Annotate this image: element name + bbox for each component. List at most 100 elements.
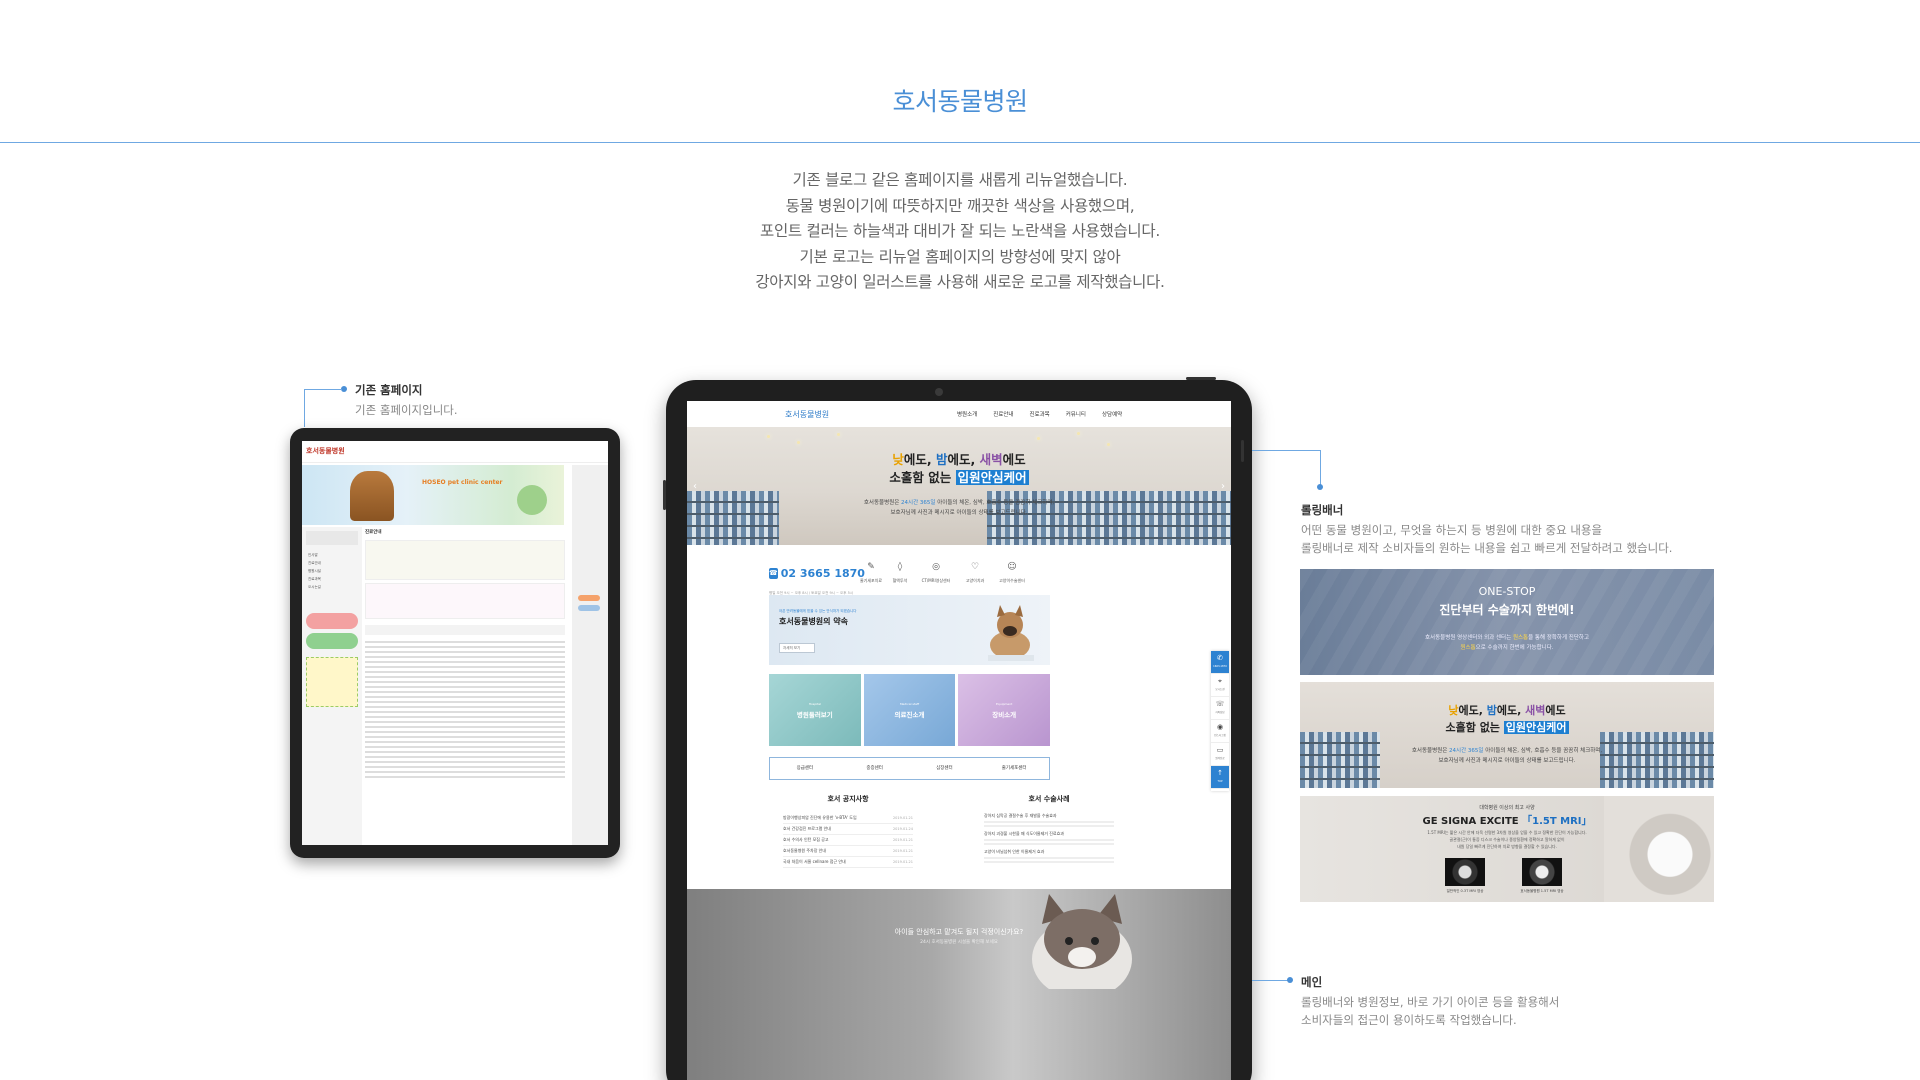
floating-item[interactable]: ☏ 카톡상담: [1211, 697, 1229, 720]
text-line: [365, 666, 565, 668]
phone-icon: ☎: [769, 567, 778, 579]
hero-line-2: 소홀함 없는 입원안심케어: [687, 469, 1231, 487]
promise-small: 아픈 반려동물에게 믿을 수 있는 안식처가 되겠습니다: [779, 609, 857, 613]
banner-care[interactable]: 낮에도, 밤에도, 새벽에도 소홀함 없는 입원안심케어 호서동물병원은 24시…: [1300, 682, 1714, 788]
intro-line: 강아지와 고양이 일러스트를 사용해 새로운 로고를 제작했습니다.: [755, 273, 1165, 291]
sidebar-item[interactable]: 오시는길: [308, 583, 356, 591]
surgery-cases: 호서 수술사례 강아지 심막공 결절수술 후 재발을 수술효과 강아지 괴경불 …: [984, 794, 1114, 867]
top-icon: ↑: [1217, 769, 1223, 777]
banner-mri[interactable]: 대학병원 이상의 최고 사양 GE SIGNA EXCITE 「1.5T MRI…: [1300, 796, 1714, 902]
care-word: 에도,: [1458, 704, 1487, 717]
old-right-column: [572, 465, 608, 845]
menu-item[interactable]: 상담예약: [1102, 410, 1122, 418]
care-sub-text: 아이들의 체온, 심박, 호흡수 등을 꼼꼼히 체크하며,: [1483, 748, 1603, 754]
menu-item[interactable]: 병원소개: [957, 410, 977, 418]
old-logo: 호서동물병원: [306, 447, 345, 455]
intro-line: 동물 병원이기에 따뜻하지만 깨끗한 색상을 사용했으며,: [785, 196, 1135, 215]
callout-dot: [1317, 484, 1323, 490]
center-tab[interactable]: 중증센터: [840, 758, 910, 779]
floating-item[interactable]: ↑ TOP: [1211, 766, 1229, 789]
floating-label: 카톡상담: [1215, 711, 1225, 714]
prev-arrow-icon[interactable]: ‹: [693, 481, 697, 492]
list-item[interactable]: 방광이행상피암 진단에 유용한 'v-BTA' 도입 2019.01.21: [783, 813, 913, 824]
list-item[interactable]: 호서 건강검진 프로그램 안내 2019.01.24: [783, 824, 913, 835]
case-excerpt: [984, 821, 1114, 823]
floating-item[interactable]: ✆ 1663-1870: [1211, 651, 1229, 674]
cases-title: 호서 수술사례: [1028, 795, 1070, 803]
text-line: [365, 646, 565, 648]
center-tab[interactable]: 응급센터: [770, 758, 840, 779]
main-menu: 병원소개 진료안내 진료과목 커뮤니티 상담예약: [957, 410, 1122, 418]
floating-item[interactable]: ◉ 인스타그램: [1211, 720, 1229, 743]
floating-item[interactable]: ▭ 원격진료: [1211, 743, 1229, 766]
floating-quick-bar: ✆ 1663-1870 ⌖ 오시는길 ☏ 카톡상담 ◉ 인스타그램 ▭ 원격진료 ↑ TOP: [1211, 651, 1229, 791]
menu-item[interactable]: 진료안내: [993, 410, 1013, 418]
main-homepage-tablet: 호서동물병원 병원소개 진료안내 진료과목 커뮤니티 상담예약 낮에도, 밤에도…: [663, 377, 1252, 1080]
one-stop-desc: 원스톱으로 수술까지 한번에 가능합니다.: [1300, 643, 1714, 651]
quick-label: 혈액투석: [892, 578, 908, 583]
next-arrow-icon[interactable]: ›: [1221, 481, 1225, 492]
card-hospital-tour[interactable]: Hospital 병원둘러보기: [769, 674, 861, 746]
side-banner[interactable]: [578, 605, 600, 611]
card-medical-staff[interactable]: Medical staff 의료진소개: [863, 674, 956, 746]
floating-item[interactable]: ⌖ 오시는길: [1211, 674, 1229, 697]
green-button[interactable]: [306, 633, 358, 649]
text-line: [365, 721, 565, 723]
sidebar-item[interactable]: 병원시설: [308, 567, 356, 575]
intro-text: 기존 블로그 같은 홈페이지를 새롭게 리뉴얼했습니다. 동물 병원이기에 따뜻…: [560, 168, 1360, 296]
sidebar-item[interactable]: 진료안내: [308, 559, 356, 567]
one-stop-text: 으로 수술까지 한번에 가능합니다.: [1475, 645, 1554, 651]
mri-desc: 1.5T MRI는 짧은 시간 안에 더욱 선명한 3차원 영상을 얻을 수 있…: [1427, 830, 1587, 835]
sidebar-item[interactable]: 진료과목: [308, 575, 356, 583]
care-word: 밤: [1486, 704, 1497, 717]
notice-text: 국내 처음이 서울 cellnare 접근 안내: [783, 859, 846, 864]
card-label: 장비소개: [992, 711, 1017, 719]
promise-more-button[interactable]: 자세히 보기: [779, 643, 815, 653]
one-stop-highlight: 원스톱: [1460, 645, 1476, 651]
cat-banner-sub: 24시 호서동물병원 시설을 확인해 보세요: [920, 940, 998, 945]
care-word: 에도: [1545, 704, 1566, 717]
side-banner[interactable]: [578, 595, 600, 601]
cat-icon: ☺: [1007, 562, 1017, 572]
text-line: [365, 696, 565, 698]
hero-word: 에도,: [947, 452, 980, 467]
sidebar-item[interactable]: 인사말: [308, 551, 356, 559]
care-highlight: 입원안심케어: [1503, 721, 1569, 734]
list-item[interactable]: 고양이 비닐섭취 인한 이물제거 효과: [984, 849, 1114, 863]
drop-icon: ◊: [897, 562, 903, 572]
instagram-icon: ◉: [1216, 723, 1224, 731]
list-item[interactable]: 호서 수의사 인턴 모집 공고 2019.01.21: [783, 835, 913, 846]
care-word: 에도,: [1496, 704, 1526, 717]
main-logo[interactable]: 호서동물병원: [785, 409, 829, 420]
text-line: [365, 671, 565, 673]
quick-cards: Hospital 병원둘러보기 Medical staff 의료진소개 Equipm…: [769, 674, 1051, 746]
quick-menu: ☎ 02 3665 1870 평일 오전 9시 ~ 오후 8시 / 토요일 오전…: [769, 556, 1057, 595]
card-label: 병원둘러보기: [796, 711, 833, 719]
floating-label: 오시는길: [1215, 688, 1225, 691]
card-small: Hospital: [808, 702, 821, 706]
text-line: [365, 736, 565, 738]
menu-item[interactable]: 진료과목: [1030, 410, 1050, 418]
list-item[interactable]: 강아지 심막공 결절수술 후 재발을 수술효과: [984, 813, 1114, 827]
quick-item[interactable]: ◊ 혈액투석: [887, 562, 913, 584]
one-stop-title: ONE-STOP: [1478, 585, 1536, 598]
list-item[interactable]: 국내 처음이 서울 cellnare 접근 안내 2019.01.21: [783, 857, 913, 868]
list-item[interactable]: 호서동물병원 주차장 안내 2019.01.21: [783, 846, 913, 857]
center-tab[interactable]: 줄기세포센터: [979, 758, 1049, 779]
text-line: [365, 716, 565, 718]
lamp: [1107, 443, 1110, 446]
card-equipment[interactable]: Equipment 장비소개: [958, 674, 1051, 746]
phone-block[interactable]: ☎ 02 3665 1870 평일 오전 9시 ~ 오후 8시 / 토요일 오전…: [769, 567, 865, 595]
hero-subtext: 호서동물병원은 24시간 365일 아이들의 체온, 심박, 호흡수 등을 꼼꼼…: [687, 498, 1231, 518]
care-line-1: 낮에도, 밤에도, 새벽에도: [1300, 702, 1714, 719]
menu-item[interactable]: 커뮤니티: [1066, 410, 1086, 418]
hero-word: 새벽: [979, 452, 1003, 467]
list-item[interactable]: 강아지 괴경불 시한을 때 식도이물제거 진료효과: [984, 831, 1114, 845]
pink-button[interactable]: [306, 613, 358, 629]
quick-item[interactable]: ♡ 고양이치과: [959, 562, 991, 584]
center-tab[interactable]: 심장센터: [910, 758, 980, 779]
quick-item[interactable]: ☺ 고양이수술센터: [994, 562, 1030, 584]
quick-item[interactable]: ◎ CT/MRI영상센터: [916, 562, 956, 584]
banner-one-stop[interactable]: ONE-STOP 진단부터 수술까지 한번에! 호서동물병원 영상센터와 외과 …: [1300, 569, 1714, 675]
hero-word: 에도,: [903, 452, 936, 467]
